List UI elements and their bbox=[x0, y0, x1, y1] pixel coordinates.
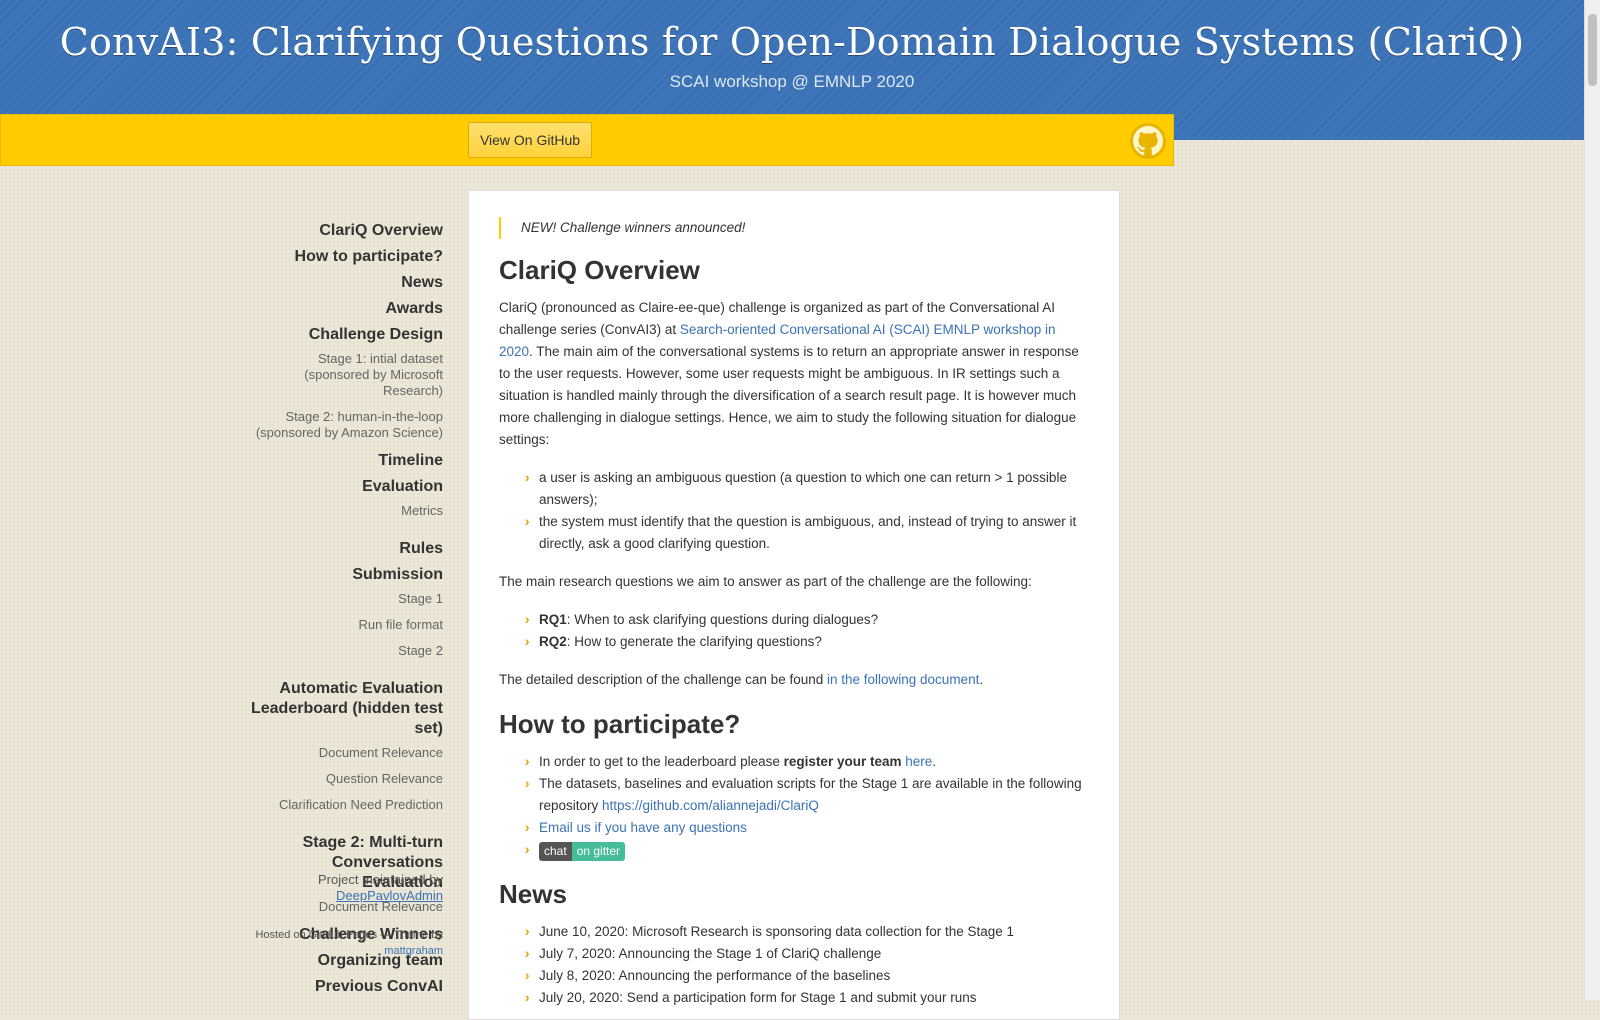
nav-stage1-dataset[interactable]: Stage 1: intial dataset (sponsored by Mi… bbox=[250, 351, 443, 399]
hosted-credit: Hosted on GitHub Pages — Theme by mattgr… bbox=[250, 927, 443, 959]
nav-how-to-participate[interactable]: How to participate? bbox=[250, 247, 443, 267]
view-on-github-button[interactable]: View On GitHub bbox=[468, 122, 592, 158]
badge-gitter: on gitter bbox=[571, 841, 626, 861]
theme-author-link[interactable]: mattgraham bbox=[384, 945, 443, 957]
description-paragraph: The detailed description of the challeng… bbox=[499, 669, 1089, 691]
scrollbar-thumb[interactable] bbox=[1588, 14, 1597, 86]
description-end: . bbox=[979, 672, 984, 687]
main-content: NEW! Challenge winners announced! ClariQ… bbox=[468, 190, 1120, 1020]
page-subtitle: SCAI workshop @ EMNLP 2020 bbox=[669, 72, 915, 91]
nav-previous-convai[interactable]: Previous ConvAI bbox=[250, 977, 443, 997]
register-here-link[interactable]: here bbox=[905, 754, 932, 769]
situation-list: a user is asking an ambiguous question (… bbox=[499, 467, 1089, 555]
gitter-badge[interactable]: chaton gitter bbox=[539, 841, 626, 861]
github-icon-glyph bbox=[1133, 126, 1163, 156]
badge-chat: chat bbox=[539, 841, 572, 861]
nav-stage-1[interactable]: Stage 1 bbox=[250, 591, 443, 607]
nav-document-relevance[interactable]: Document Relevance bbox=[250, 745, 443, 761]
winners-notice: NEW! Challenge winners announced! bbox=[499, 217, 1089, 239]
page-title: ConvAI3: Clarifying Questions for Open-D… bbox=[59, 20, 1525, 64]
register-text: In order to get to the leaderboard pleas… bbox=[539, 754, 784, 769]
nav-metrics[interactable]: Metrics bbox=[250, 503, 443, 519]
email-link[interactable]: Email us if you have any questions bbox=[539, 820, 747, 835]
register-bold: register your team bbox=[783, 754, 902, 769]
github-icon[interactable] bbox=[1130, 123, 1166, 159]
list-item: July 7, 2020: Announcing the Stage 1 of … bbox=[525, 943, 1089, 965]
page-scrollbar[interactable] bbox=[1584, 0, 1600, 1000]
nav-clariq-overview[interactable]: ClariQ Overview bbox=[250, 221, 443, 241]
news-list: June 10, 2020: Microsoft Research is spo… bbox=[499, 921, 1089, 1009]
research-questions-intro: The main research questions we aim to an… bbox=[499, 574, 1032, 589]
rq1-label: RQ1 bbox=[539, 612, 567, 627]
news-heading: News bbox=[499, 879, 567, 909]
nav-stage2-human-loop[interactable]: Stage 2: human-in-the-loop (sponsored by… bbox=[250, 409, 443, 441]
nav-timeline[interactable]: Timeline bbox=[250, 451, 443, 471]
nav-awards[interactable]: Awards bbox=[250, 299, 443, 319]
nav-gap bbox=[250, 669, 443, 679]
list-item: Email us if you have any questions bbox=[525, 817, 1089, 839]
list-item: June 10, 2020: Microsoft Research is spo… bbox=[525, 921, 1089, 943]
nav-gap bbox=[250, 823, 443, 833]
rq1-text: : When to ask clarifying questions durin… bbox=[566, 612, 879, 627]
nav-news[interactable]: News bbox=[250, 273, 443, 293]
list-item: The datasets, baselines and evaluation s… bbox=[525, 773, 1089, 817]
list-item: July 20, 2020: Send a participation form… bbox=[525, 987, 1089, 1009]
maintainer-credit: Project maintained by DeepPavlovAdmin bbox=[250, 872, 443, 904]
nav-rules[interactable]: Rules bbox=[250, 539, 443, 559]
rq2-text: : How to generate the clarifying questio… bbox=[566, 634, 822, 649]
nav-evaluation[interactable]: Evaluation bbox=[250, 477, 443, 497]
overview-paragraph: ClariQ (pronounced as Claire-ee-que) cha… bbox=[499, 297, 1089, 451]
nav-submission[interactable]: Submission bbox=[250, 565, 443, 585]
hosted-text: Hosted on GitHub Pages — Theme by bbox=[255, 929, 443, 941]
nav-gap bbox=[250, 529, 443, 539]
nav-question-relevance[interactable]: Question Relevance bbox=[250, 771, 443, 787]
list-item: RQ2: How to generate the clarifying ques… bbox=[525, 631, 1089, 653]
maintained-by-text: Project maintained by bbox=[317, 872, 443, 887]
nav-clarification-need[interactable]: Clarification Need Prediction bbox=[250, 797, 443, 813]
document-link[interactable]: in the following document bbox=[827, 672, 979, 687]
list-item: a user is asking an ambiguous question (… bbox=[525, 467, 1089, 511]
list-item: In order to get to the leaderboard pleas… bbox=[525, 751, 1089, 773]
participate-heading: How to participate? bbox=[499, 709, 741, 739]
rq2-label: RQ2 bbox=[539, 634, 567, 649]
description-text: The detailed description of the challeng… bbox=[499, 672, 827, 687]
list-item: chaton gitter bbox=[525, 839, 1089, 861]
register-end: . bbox=[932, 754, 937, 769]
list-item: the system must identify that the questi… bbox=[525, 511, 1089, 555]
maintainer-link[interactable]: DeepPavlovAdmin bbox=[336, 888, 443, 903]
overview-text-b: . The main aim of the conversational sys… bbox=[499, 344, 1079, 447]
research-questions-list: RQ1: When to ask clarifying questions du… bbox=[499, 609, 1089, 653]
nav-leaderboard[interactable]: Automatic Evaluation Leaderboard (hidden… bbox=[250, 679, 443, 739]
list-item: July 8, 2020: Announcing the performance… bbox=[525, 965, 1089, 987]
nav-run-file-format[interactable]: Run file format bbox=[250, 617, 443, 633]
nav-challenge-design[interactable]: Challenge Design bbox=[250, 325, 443, 345]
participate-list: In order to get to the leaderboard pleas… bbox=[499, 751, 1089, 861]
list-item: RQ1: When to ask clarifying questions du… bbox=[525, 609, 1089, 631]
nav-stage-2[interactable]: Stage 2 bbox=[250, 643, 443, 659]
repo-link[interactable]: https://github.com/aliannejadi/ClariQ bbox=[602, 798, 819, 813]
overview-heading: ClariQ Overview bbox=[499, 255, 700, 285]
